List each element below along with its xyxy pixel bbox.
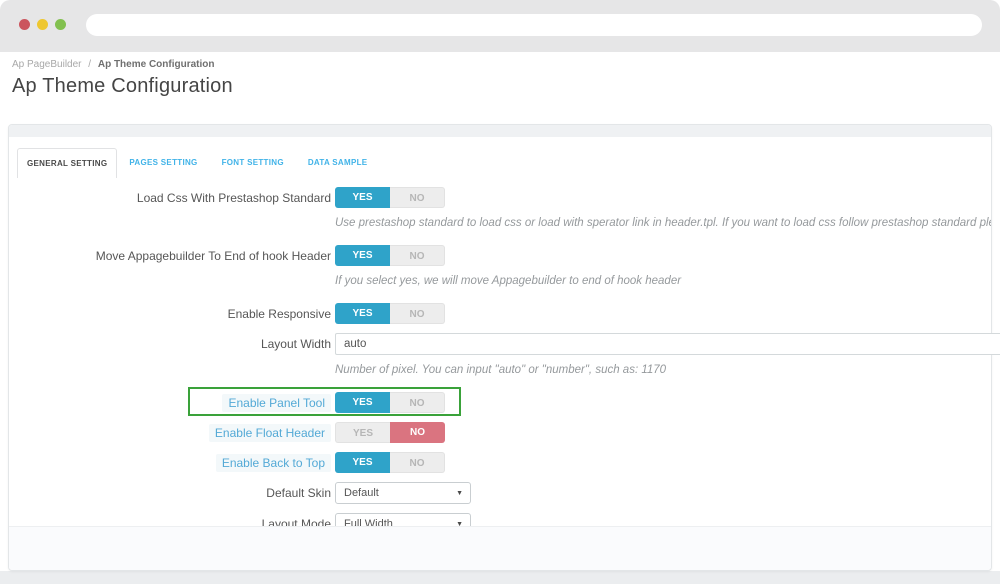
form-row-move-appagebuilder: Move Appagebuilder To End of hook Header… (9, 245, 991, 266)
tab-pages-setting[interactable]: PAGES SETTING (117, 148, 209, 178)
default-skin-label: Default Skin (9, 486, 331, 500)
load-css-help-text: Use prestashop standard to load css or l… (335, 217, 991, 229)
breadcrumb: Ap PageBuilder / Ap Theme Configuration (0, 52, 1000, 70)
enable-panel-tool-toggle: YES NO (335, 392, 445, 413)
move-appagebuilder-toggle-yes[interactable]: YES (335, 245, 390, 266)
breadcrumb-separator: / (88, 59, 91, 70)
enable-panel-tool-toggle-no[interactable]: NO (390, 392, 445, 413)
form-row-enable-back-to-top: Enable Back to Top YES NO (9, 452, 991, 473)
enable-float-header-toggle-yes[interactable]: YES (335, 422, 390, 443)
window-zoom-button[interactable] (55, 19, 66, 30)
panel-footer (9, 526, 991, 570)
enable-panel-tool-label[interactable]: Enable Panel Tool (222, 394, 331, 412)
load-css-toggle-yes[interactable]: YES (335, 187, 390, 208)
tab-general-setting[interactable]: GENERAL SETTING (17, 148, 117, 178)
enable-back-to-top-toggle: YES NO (335, 452, 445, 473)
form-row-load-css: Load Css With Prestashop Standard YES NO (9, 187, 991, 208)
window-controls (19, 19, 66, 30)
default-skin-select[interactable]: Default ▼ (335, 482, 471, 504)
tab-bar: GENERAL SETTING PAGES SETTING FONT SETTI… (17, 148, 991, 178)
enable-panel-tool-toggle-yes[interactable]: YES (335, 392, 390, 413)
enable-responsive-toggle: YES NO (335, 303, 445, 324)
page-bottom-strip (0, 571, 1000, 584)
settings-panel: GENERAL SETTING PAGES SETTING FONT SETTI… (8, 124, 992, 571)
general-settings-form: Load Css With Prestashop Standard YES NO… (9, 178, 991, 535)
layout-width-label: Layout Width (9, 337, 331, 351)
tab-data-sample[interactable]: DATA SAMPLE (296, 148, 380, 178)
load-css-label: Load Css With Prestashop Standard (9, 191, 331, 205)
form-row-enable-responsive: Enable Responsive YES NO (9, 303, 991, 324)
breadcrumb-link-pagebuilder[interactable]: Ap PageBuilder (12, 59, 82, 70)
dropdown-caret-icon: ▼ (456, 490, 463, 497)
enable-back-to-top-toggle-yes[interactable]: YES (335, 452, 390, 473)
enable-float-header-toggle-no[interactable]: NO (390, 422, 445, 443)
load-css-toggle-no[interactable]: NO (390, 187, 445, 208)
window-minimize-button[interactable] (37, 19, 48, 30)
enable-back-to-top-toggle-no[interactable]: NO (390, 452, 445, 473)
enable-responsive-toggle-yes[interactable]: YES (335, 303, 390, 324)
window-close-button[interactable] (19, 19, 30, 30)
tab-font-setting[interactable]: FONT SETTING (210, 148, 296, 178)
form-row-enable-panel-tool: Enable Panel Tool YES NO (9, 392, 991, 413)
load-css-toggle: YES NO (335, 187, 445, 208)
browser-chrome (0, 0, 1000, 52)
enable-float-header-toggle: YES NO (335, 422, 445, 443)
default-skin-selected-value: Default (344, 487, 379, 499)
move-appagebuilder-label: Move Appagebuilder To End of hook Header (9, 249, 331, 263)
enable-responsive-label: Enable Responsive (9, 307, 331, 321)
enable-float-header-label[interactable]: Enable Float Header (209, 424, 331, 442)
move-appagebuilder-toggle-no[interactable]: NO (390, 245, 445, 266)
breadcrumb-current: Ap Theme Configuration (98, 59, 215, 70)
enable-responsive-toggle-no[interactable]: NO (390, 303, 445, 324)
form-row-layout-width: Layout Width (9, 333, 991, 355)
form-row-enable-float-header: Enable Float Header YES NO (9, 422, 991, 443)
layout-width-input[interactable] (335, 333, 1000, 355)
layout-width-help-text: Number of pixel. You can input "auto" or… (335, 364, 991, 376)
address-bar[interactable] (86, 14, 982, 36)
panel-top-strip (9, 125, 991, 137)
form-row-default-skin: Default Skin Default ▼ (9, 482, 991, 504)
move-appagebuilder-help-text: If you select yes, we will move Appagebu… (335, 275, 991, 287)
move-appagebuilder-toggle: YES NO (335, 245, 445, 266)
enable-back-to-top-label[interactable]: Enable Back to Top (216, 454, 331, 472)
page-title: Ap Theme Configuration (12, 75, 1000, 98)
